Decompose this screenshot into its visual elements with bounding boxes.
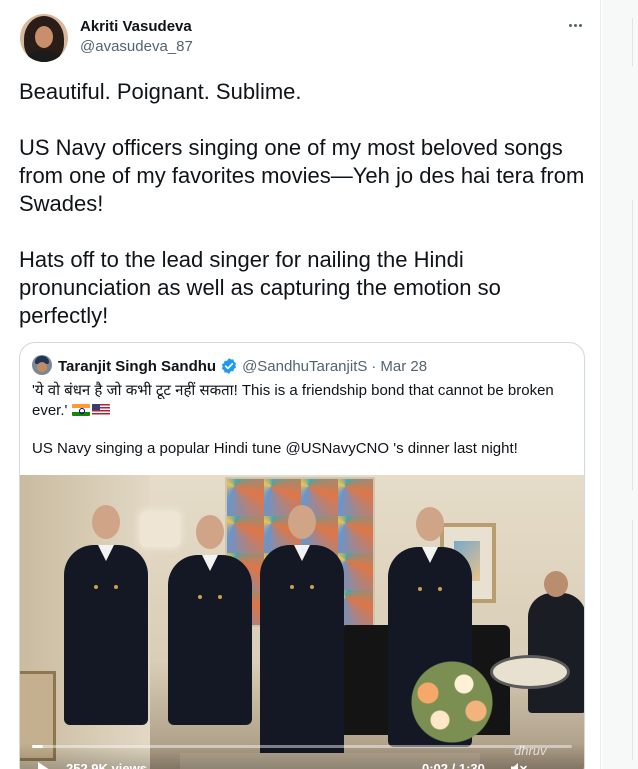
tweet-paragraph: Beautiful. Poignant. Sublime. [19, 79, 302, 104]
video-singer [260, 505, 344, 769]
author-avatar[interactable] [20, 14, 68, 62]
mute-icon[interactable] [510, 762, 528, 769]
tweet-card: Akriti Vasudeva @avasudeva_87 Beautiful.… [0, 0, 601, 769]
video-player[interactable]: 252.9K views dhruv 0:02 / 1:30 [20, 475, 584, 769]
author-display-name[interactable]: Akriti Vasudeva [80, 18, 192, 35]
play-icon[interactable] [38, 762, 50, 769]
right-sidebar-edge [602, 0, 638, 769]
quoted-tweet-header: Taranjit Singh Sandhu @SandhuTaranjitS ·… [58, 357, 427, 375]
india-flag-icon [71, 404, 90, 416]
separator-dot: · [371, 357, 377, 375]
quoted-author-handle[interactable]: @SandhuTaranjitS [242, 358, 367, 375]
quoted-tweet-date[interactable]: Mar 28 [380, 358, 427, 375]
quoted-tweet[interactable]: Taranjit Singh Sandhu @SandhuTaranjitS ·… [19, 342, 585, 769]
us-flag-icon [91, 404, 110, 416]
quoted-tweet-text: 'ये वो बंधन है जो कभी टूट नहीं सकता! Thi… [32, 381, 572, 421]
sidebar-fragment [632, 200, 638, 490]
video-flowers [392, 657, 512, 747]
video-singer [168, 515, 252, 725]
sidebar-fragment [632, 18, 638, 66]
verified-icon [222, 358, 237, 374]
video-watermark: dhruv [514, 743, 547, 758]
video-progress-fill [32, 745, 43, 748]
tweet-paragraph: US Navy officers singing one of my most … [19, 135, 585, 216]
video-sconce [140, 511, 180, 547]
sidebar-fragment [632, 520, 638, 760]
video-singer [64, 505, 148, 725]
tweet-paragraph: Hats off to the lead singer for nailing … [19, 247, 501, 328]
quoted-author-avatar[interactable] [32, 355, 52, 375]
tweet-text: Beautiful. Poignant. Sublime. US Navy of… [19, 78, 589, 330]
video-timestamp: 0:02 / 1:30 [422, 761, 485, 769]
author-handle[interactable]: @avasudeva_87 [80, 38, 193, 55]
quoted-author-name[interactable]: Taranjit Singh Sandhu [58, 358, 216, 375]
quoted-text-line1: 'ये वो बंधन है जो कभी टूट नहीं सकता! Thi… [32, 382, 554, 419]
video-drummer [528, 571, 584, 713]
video-progress-bar[interactable] [32, 745, 572, 748]
quoted-text-line2: US Navy singing a popular Hindi tune @US… [32, 440, 518, 457]
video-view-count: 252.9K views [66, 761, 147, 769]
more-icon[interactable] [562, 14, 588, 36]
avatar-face [35, 26, 53, 48]
